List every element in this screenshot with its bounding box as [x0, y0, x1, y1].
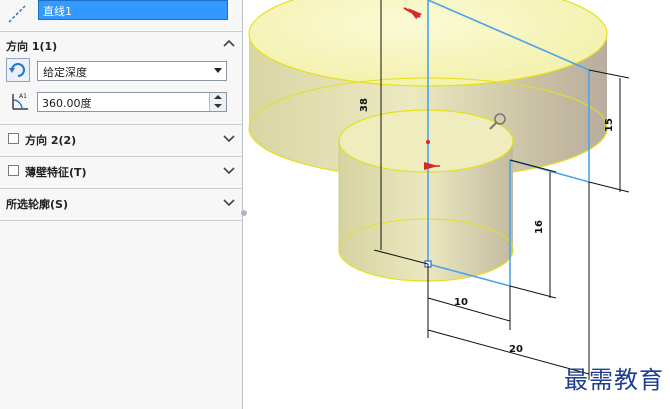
direction1-section: 方向 1(1) 给定深度 A1 360.00度 [0, 32, 243, 124]
watermark-text: 最需教育 [564, 366, 664, 394]
selected-contours-title: 所选轮廓(S) [6, 198, 68, 211]
direction2-section: 方向 2(2) [0, 126, 243, 156]
thin-feature-title: 薄壁特征(T) [25, 166, 87, 179]
divider [0, 124, 243, 125]
selected-contours-header[interactable]: 所选轮廓(S) [0, 190, 243, 216]
thin-feature-section: 薄壁特征(T) [0, 158, 243, 188]
thin-feature-checkbox[interactable] [8, 165, 19, 176]
selected-contours-section: 所选轮廓(S) [0, 190, 243, 220]
dimension-10[interactable]: 10 [454, 297, 468, 308]
chevron-down-icon [214, 68, 222, 73]
end-condition-select[interactable]: 给定深度 [37, 61, 227, 81]
dimension-20[interactable]: 20 [509, 344, 523, 355]
divider [0, 220, 243, 221]
angle-spinner [209, 93, 226, 111]
angle-input[interactable]: 360.00度 [37, 92, 227, 112]
spin-down-button[interactable] [210, 102, 226, 111]
thin-feature-header[interactable]: 薄壁特征(T) [0, 158, 243, 184]
divider [0, 188, 243, 189]
axis-selection-field[interactable]: 直线1 [38, 0, 228, 20]
dimension-15[interactable]: 15 [604, 118, 615, 132]
direction1-title: 方向 1(1) [6, 40, 58, 53]
axis-selection-value: 直线1 [43, 5, 72, 18]
graphics-viewport[interactable]: 38 15 16 10 20 [244, 0, 670, 409]
direction1-header[interactable]: 方向 1(1) [0, 32, 243, 58]
reverse-direction-icon [9, 63, 25, 77]
chevron-down-icon[interactable] [222, 195, 236, 209]
angle-icon: A1 [12, 93, 28, 110]
axis-selection-row: 直线1 [0, 0, 243, 30]
direction2-header[interactable]: 方向 2(2) [0, 126, 243, 152]
divider [0, 156, 243, 157]
property-manager-panel: 直线1 方向 1(1) 给定深度 A1 360.00度 方向 2(2) 薄壁特征… [0, 0, 243, 409]
svg-text:A1: A1 [19, 93, 27, 100]
reverse-direction-button[interactable] [6, 58, 30, 82]
axis-line-icon [8, 5, 26, 23]
dimension-38[interactable]: 38 [359, 98, 370, 112]
chevron-down-icon[interactable] [222, 131, 236, 145]
angle-value: 360.00度 [42, 97, 92, 110]
direction2-checkbox[interactable] [8, 133, 19, 144]
chevron-down-icon[interactable] [222, 163, 236, 177]
chevron-up-icon[interactable] [222, 37, 236, 51]
direction2-title: 方向 2(2) [25, 134, 77, 147]
small-cylinder[interactable] [338, 109, 514, 282]
end-condition-value: 给定深度 [43, 66, 87, 79]
dimension-16[interactable]: 16 [534, 220, 545, 234]
